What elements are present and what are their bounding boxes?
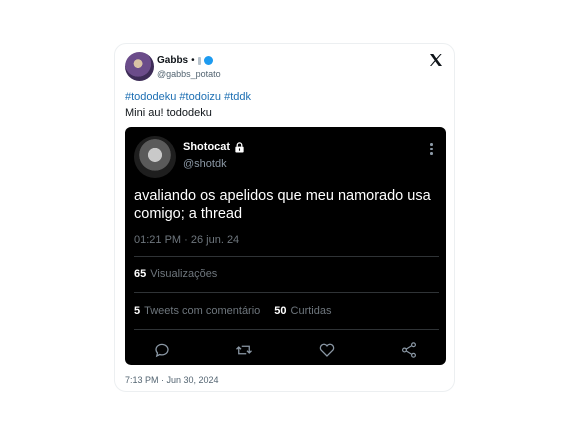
globe-icon [203, 56, 213, 65]
flag-icon [197, 56, 201, 65]
views-label: Visualizações [150, 268, 218, 280]
likes-count[interactable]: 50 [274, 305, 286, 317]
engagement-stats: 5 Tweets com comentário 50 Curtidas [134, 305, 332, 317]
action-bar [125, 341, 446, 359]
quotes-label[interactable]: Tweets com comentário [144, 305, 260, 317]
tweet-card[interactable]: Gabbs • @gabbs_potato #tododeku #todoizu… [114, 43, 455, 392]
author-handle[interactable]: @gabbs_potato [157, 69, 221, 79]
likes-label[interactable]: Curtidas [291, 305, 332, 317]
embedded-text: avaliando os apelidos que meu namorado u… [134, 188, 431, 222]
lock-icon [235, 141, 244, 153]
tweet-text: Mini au! tododeku [125, 107, 212, 119]
embedded-handle[interactable]: @shotdk [183, 158, 227, 170]
embedded-name-row[interactable]: Shotocat [183, 141, 245, 153]
author-name[interactable]: Gabbs [157, 55, 188, 66]
name-separator: • [191, 55, 195, 66]
divider [134, 292, 439, 293]
more-icon[interactable] [430, 143, 434, 157]
quotes-count[interactable]: 5 [134, 305, 140, 317]
views-stat[interactable]: 65 Visualizações [134, 268, 217, 280]
embedded-name[interactable]: Shotocat [183, 141, 230, 153]
divider [134, 256, 439, 257]
hashtags[interactable]: #tododeku #todoizu #tddk [125, 91, 251, 103]
tweet-timestamp[interactable]: 7:13 PM · Jun 30, 2024 [125, 375, 219, 385]
embedded-tweet[interactable]: Shotocat @shotdk avaliando os apelidos q… [125, 127, 446, 365]
divider [134, 329, 439, 330]
reply-icon[interactable] [153, 341, 171, 359]
share-icon[interactable] [400, 341, 418, 359]
x-logo-icon[interactable] [428, 52, 444, 68]
heart-icon[interactable] [318, 341, 336, 359]
views-count: 65 [134, 268, 147, 280]
embedded-avatar[interactable] [134, 136, 176, 178]
embedded-time[interactable]: 01:21 PM · 26 jun. 24 [134, 234, 239, 246]
retweet-icon[interactable] [235, 341, 253, 359]
author-avatar[interactable] [125, 52, 154, 81]
author-name-row[interactable]: Gabbs • [157, 55, 213, 66]
